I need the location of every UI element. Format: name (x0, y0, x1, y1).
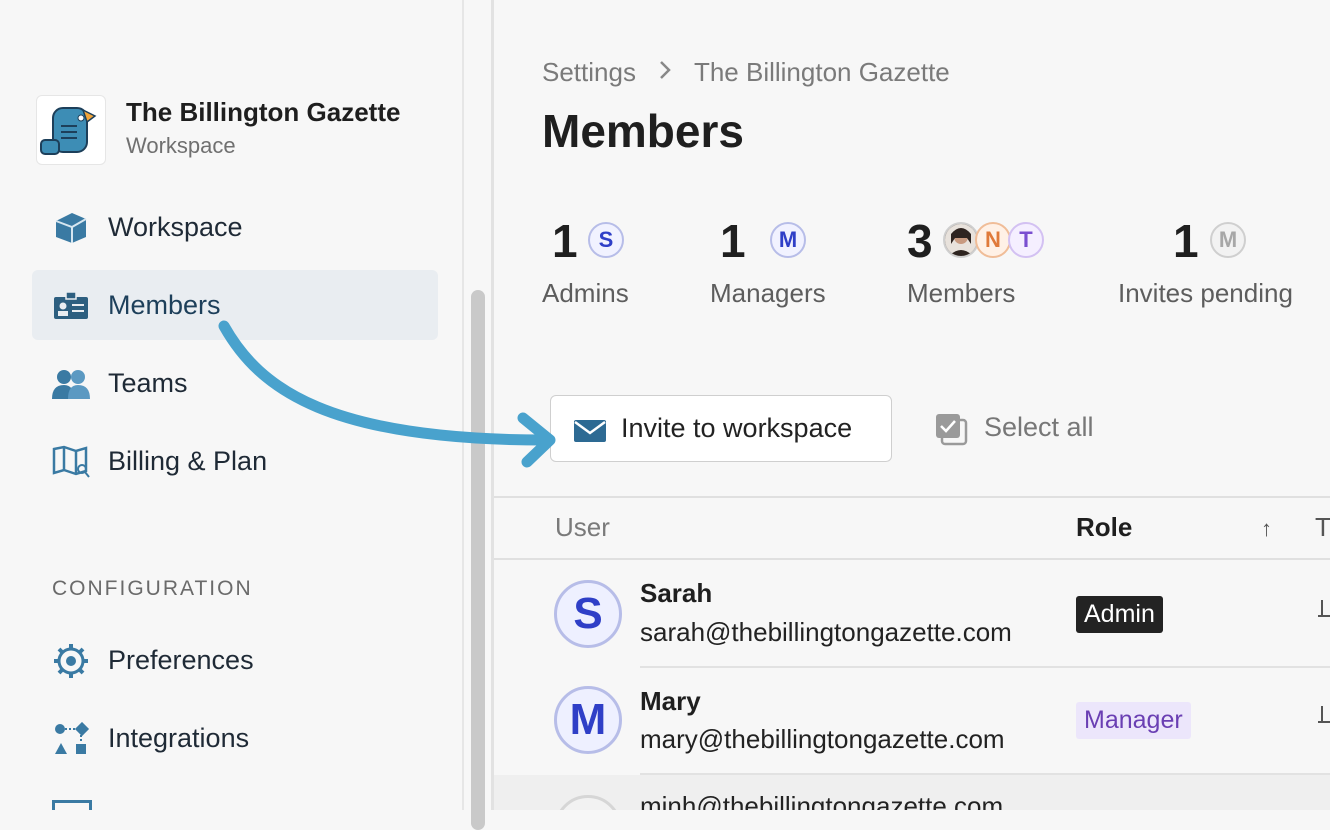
table-row[interactable]: minh@thebillingtongazette.com (494, 775, 1330, 810)
column-header-user[interactable]: User (555, 512, 610, 543)
user-email: mary@thebillingtongazette.com (640, 724, 1005, 754)
user-name: Sarah (640, 578, 713, 608)
row-action-icon[interactable] (1316, 702, 1330, 728)
avatar: S (554, 580, 622, 648)
table-top-border (494, 496, 1330, 498)
user-email: minh@thebillingtongazette.com (640, 791, 1004, 810)
user-email: sarah@thebillingtongazette.com (640, 617, 1012, 647)
role-badge-admin[interactable]: Admin (1076, 596, 1163, 633)
column-header-partial[interactable]: T (1315, 512, 1330, 543)
user-name: Mary (640, 686, 701, 716)
avatar: M (554, 686, 622, 754)
role-badge-manager[interactable]: Manager (1076, 702, 1191, 739)
sort-ascending-icon[interactable]: ↑ (1261, 516, 1272, 542)
avatar (554, 795, 622, 810)
row-action-icon[interactable] (1316, 596, 1330, 622)
column-header-role[interactable]: Role (1076, 512, 1132, 543)
table-row[interactable]: M Mary mary@thebillingtongazette.com Man… (494, 668, 1330, 774)
table-row[interactable]: S Sarah sarah@thebillingtongazette.com A… (494, 560, 1330, 666)
